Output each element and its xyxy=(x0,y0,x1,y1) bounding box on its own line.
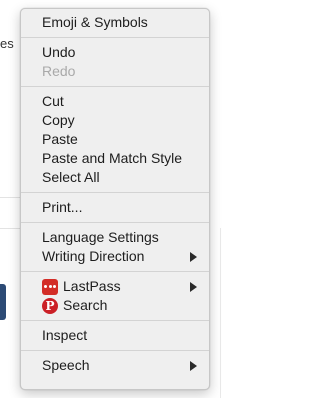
menu-separator xyxy=(21,86,209,87)
page-canvas: es Emoji & Symbols Undo Redo Cut Copy Pa… xyxy=(0,0,264,398)
lastpass-icon-dot xyxy=(48,285,52,288)
menu-item-lastpass[interactable]: LastPass xyxy=(21,277,209,296)
menu-separator xyxy=(21,192,209,193)
menu-item-pinterest-search[interactable]: P Search xyxy=(21,296,209,315)
lastpass-icon-dot xyxy=(53,285,56,288)
menu-item-copy[interactable]: Copy xyxy=(21,111,209,130)
lastpass-icon xyxy=(42,279,58,295)
menu-item-cut[interactable]: Cut xyxy=(21,92,209,111)
background-divider xyxy=(220,228,221,398)
menu-item-emoji-symbols[interactable]: Emoji & Symbols xyxy=(21,13,209,32)
menu-item-label: Search xyxy=(63,297,108,313)
menu-item-label: LastPass xyxy=(63,278,121,294)
submenu-arrow-icon xyxy=(190,361,197,371)
menu-item-print[interactable]: Print... xyxy=(21,198,209,217)
background-blue-button xyxy=(0,284,6,320)
menu-item-speech[interactable]: Speech xyxy=(21,356,209,375)
background-page-text: es xyxy=(0,36,14,51)
menu-separator xyxy=(21,222,209,223)
menu-item-paste-and-match-style[interactable]: Paste and Match Style xyxy=(21,149,209,168)
menu-item-language-settings[interactable]: Language Settings xyxy=(21,228,209,247)
menu-separator xyxy=(21,37,209,38)
lastpass-icon-dot xyxy=(44,285,47,288)
menu-item-writing-direction[interactable]: Writing Direction xyxy=(21,247,209,266)
menu-item-select-all[interactable]: Select All xyxy=(21,168,209,187)
menu-separator xyxy=(21,320,209,321)
submenu-arrow-icon xyxy=(190,282,197,292)
context-menu: Emoji & Symbols Undo Redo Cut Copy Paste… xyxy=(20,8,210,390)
menu-separator xyxy=(21,271,209,272)
menu-separator xyxy=(21,350,209,351)
menu-item-label: Writing Direction xyxy=(42,248,145,264)
menu-item-redo: Redo xyxy=(42,63,76,79)
pinterest-icon: P xyxy=(42,298,58,314)
menu-item-paste[interactable]: Paste xyxy=(21,130,209,149)
menu-item-label: Speech xyxy=(42,357,90,373)
submenu-arrow-icon xyxy=(190,252,197,262)
menu-item-undo[interactable]: Undo xyxy=(21,43,209,62)
menu-item-inspect[interactable]: Inspect xyxy=(21,326,209,345)
